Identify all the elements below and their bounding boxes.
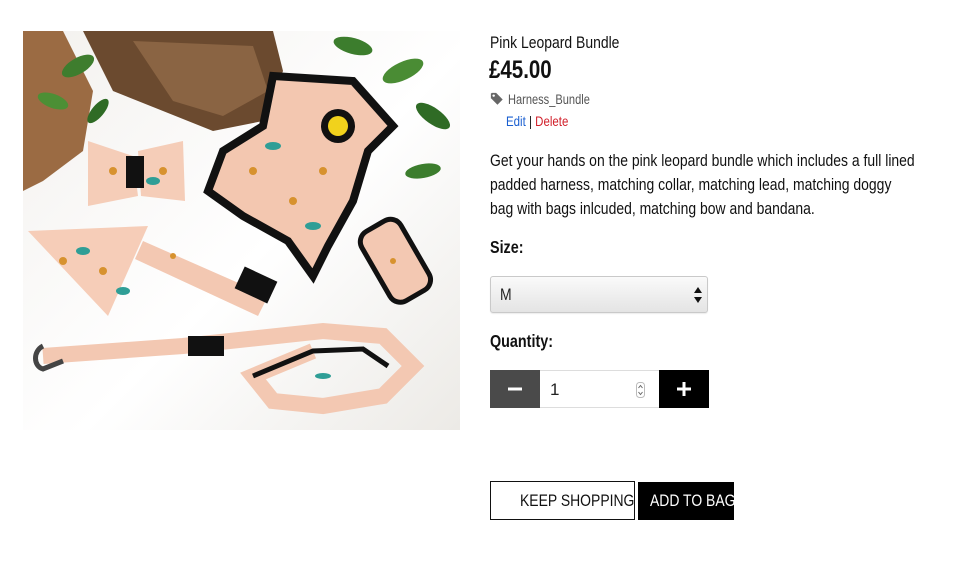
product-image — [23, 31, 460, 430]
product-title: Pink Leopard Bundle — [490, 33, 648, 53]
minus-icon — [508, 387, 522, 391]
keep-shopping-label: KEEP SHOPPING — [520, 490, 635, 510]
tag-icon — [490, 92, 503, 105]
plus-icon — [677, 382, 691, 396]
product-tag[interactable]: Harness_Bundle — [490, 90, 608, 108]
quantity-input[interactable]: 1 — [540, 370, 659, 408]
quantity-decrease-button[interactable] — [490, 370, 540, 408]
product-title-text: Pink Leopard Bundle — [490, 33, 620, 52]
edit-link[interactable]: Edit — [506, 113, 526, 129]
keep-shopping-button[interactable]: KEEP SHOPPING — [490, 481, 635, 520]
delete-link[interactable]: Delete — [535, 113, 568, 129]
size-label: Size: — [490, 237, 531, 258]
admin-links: Edit | Delete — [506, 113, 582, 129]
add-to-bag-label: ADD TO BAG — [650, 491, 736, 510]
spinner-arrows-icon[interactable] — [636, 382, 645, 398]
product-description: Get your hands on the pink leopard bundl… — [490, 151, 915, 218]
tag-label: Harness_Bundle — [508, 91, 590, 107]
product-price-text: £45.00 — [489, 56, 552, 84]
quantity-label: Quantity: — [490, 331, 567, 352]
select-arrows-icon — [694, 287, 702, 303]
product-photo-illustration — [23, 31, 451, 415]
size-label-text: Size: — [490, 237, 524, 257]
add-to-bag-button[interactable]: ADD TO BAG — [638, 482, 736, 520]
quantity-value: 1 — [550, 380, 560, 399]
size-selected-value: M — [500, 285, 512, 304]
size-select[interactable]: M — [490, 276, 708, 313]
quantity-label-text: Quantity: — [490, 331, 553, 351]
quantity-increase-button[interactable] — [659, 370, 709, 408]
admin-separator: | — [528, 113, 532, 129]
product-price: £45.00 — [489, 56, 565, 85]
